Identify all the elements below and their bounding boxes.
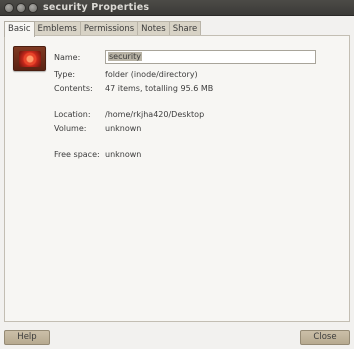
- window-title: security Properties: [43, 2, 150, 13]
- name-field[interactable]: security: [105, 50, 316, 64]
- contents-label: Contents:: [54, 84, 93, 93]
- location-value: /home/rkjha420/Desktop: [105, 110, 205, 119]
- title-bar: security Properties: [0, 0, 354, 16]
- help-button[interactable]: Help: [4, 330, 50, 345]
- free-space-value: unknown: [105, 150, 142, 159]
- type-label: Type:: [54, 70, 76, 79]
- close-button[interactable]: Close: [300, 330, 350, 345]
- window-close-icon[interactable]: [4, 3, 14, 13]
- name-label: Name:: [54, 53, 81, 62]
- type-value: folder (inode/directory): [105, 70, 198, 79]
- window-minimize-icon[interactable]: [16, 3, 26, 13]
- tab-basic[interactable]: Basic: [4, 21, 35, 37]
- tab-permissions[interactable]: Permissions: [79, 21, 139, 36]
- folder-icon[interactable]: [13, 46, 46, 71]
- contents-value: 47 items, totalling 95.6 MB: [105, 84, 214, 93]
- tab-notes[interactable]: Notes: [137, 21, 170, 36]
- window-maximize-icon[interactable]: [28, 3, 38, 13]
- tab-emblems[interactable]: Emblems: [33, 21, 81, 36]
- location-label: Location:: [54, 110, 91, 119]
- basic-tab-panel: Name: security Type: folder (inode/direc…: [4, 35, 350, 322]
- name-field-value: security: [108, 52, 142, 61]
- volume-value: unknown: [105, 124, 142, 133]
- free-space-label: Free space:: [54, 150, 100, 159]
- tab-bar: Basic Emblems Permissions Notes Share: [4, 21, 202, 37]
- folder-thumbnail: [19, 51, 41, 67]
- volume-label: Volume:: [54, 124, 87, 133]
- tab-share[interactable]: Share: [168, 21, 202, 36]
